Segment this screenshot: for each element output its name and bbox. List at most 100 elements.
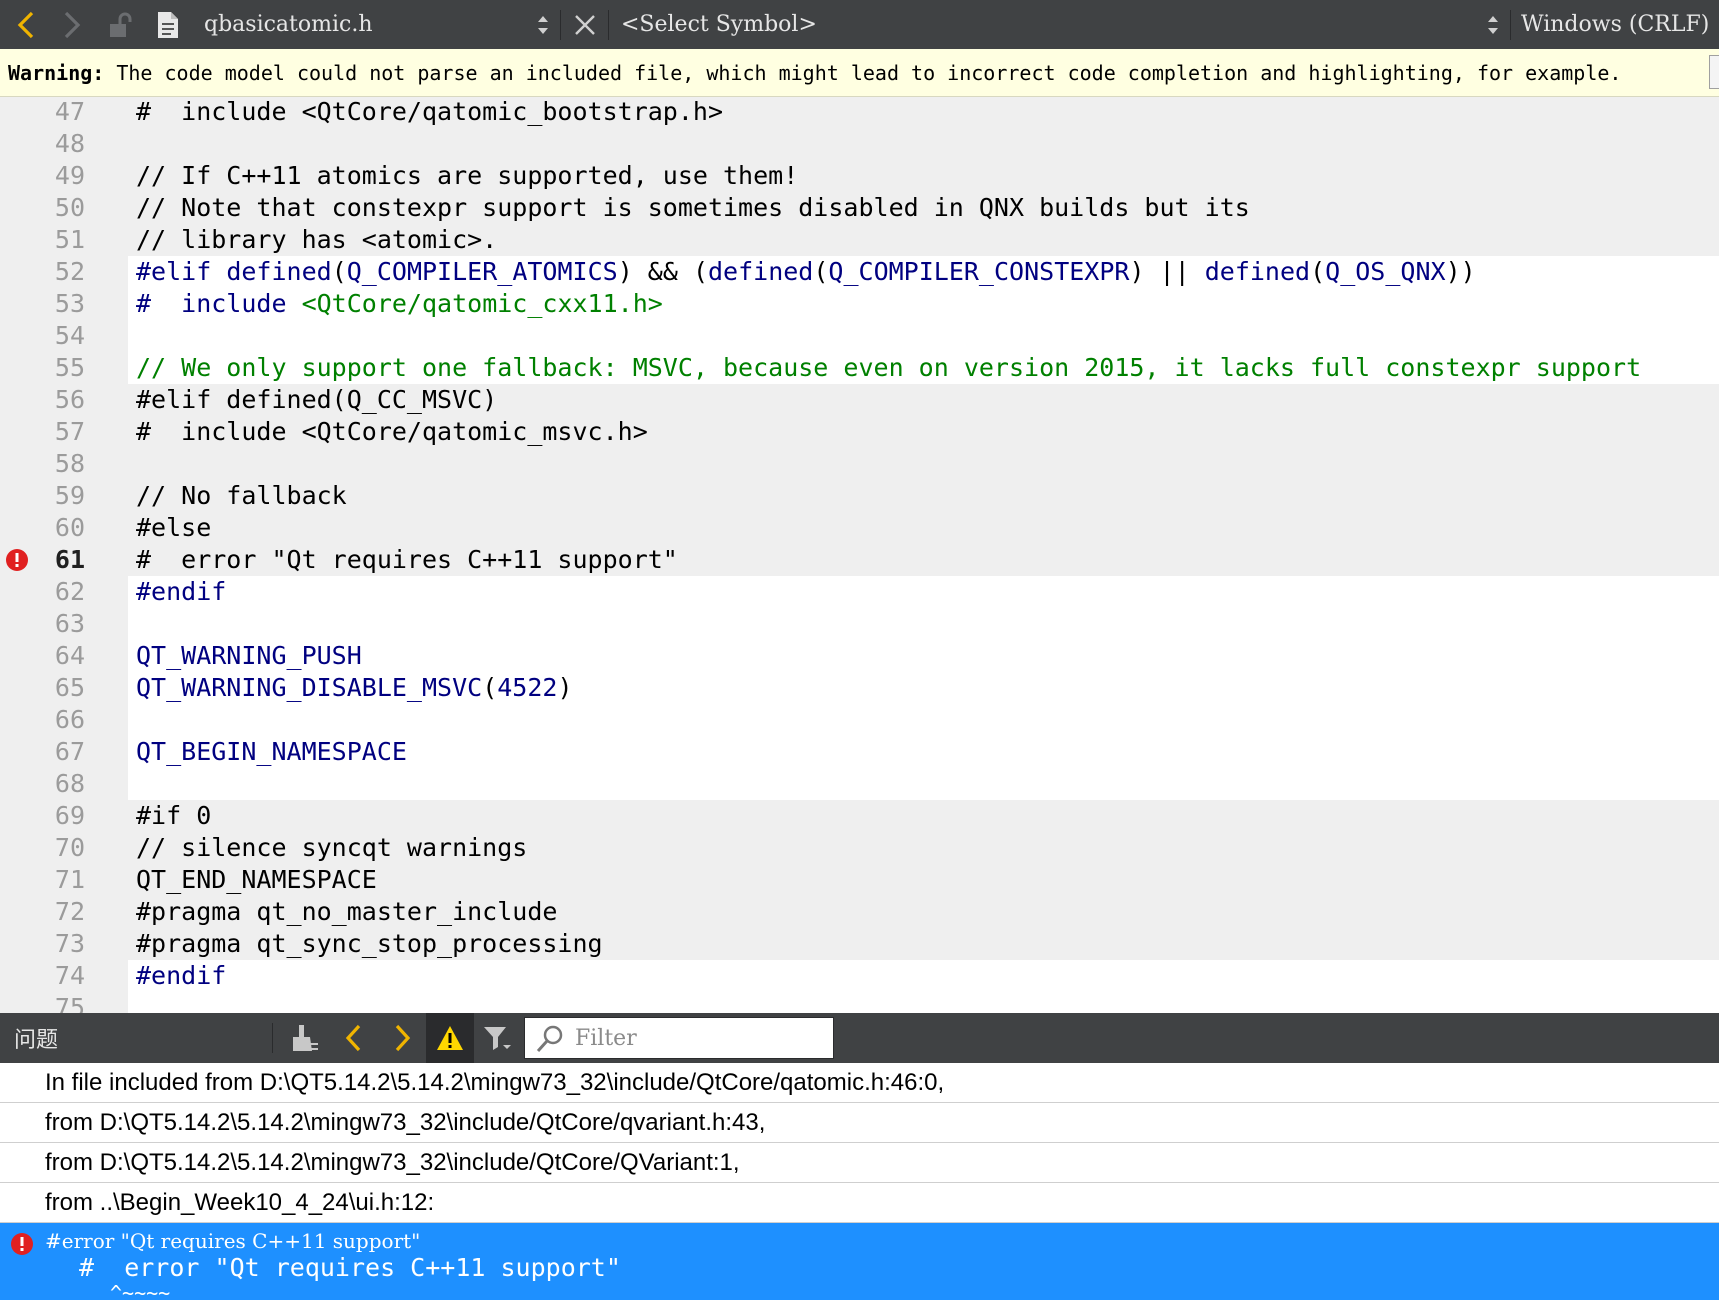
code-text[interactable]: #elif defined(Q_COMPILER_ATOMICS) && (de… [128, 256, 1719, 288]
code-model-warning-bar: Warning: The code model could not parse … [0, 49, 1719, 97]
code-line[interactable]: 48 [0, 128, 1719, 160]
search-icon [535, 1024, 565, 1054]
code-line[interactable]: 72 #pragma qt_no_master_include [0, 896, 1719, 928]
code-text[interactable]: // If C++11 atomics are supported, use t… [128, 160, 1719, 192]
issue-row[interactable]: from D:\QT5.14.2\5.14.2\mingw73_32\inclu… [0, 1103, 1719, 1143]
code-line[interactable]: 55 // We only support one fallback: MSVC,… [0, 352, 1719, 384]
toolbar-separator [560, 10, 561, 40]
code-line[interactable]: 63 [0, 608, 1719, 640]
code-line[interactable]: 60 #else [0, 512, 1719, 544]
code-line[interactable]: 50 // Note that constexpr support is some… [0, 192, 1719, 224]
code-text[interactable]: # include <QtCore/qatomic_cxx11.h> [128, 288, 1719, 320]
code-line[interactable]: 64 QT_WARNING_PUSH [0, 640, 1719, 672]
previous-issue-icon[interactable] [342, 1023, 366, 1053]
issues-list[interactable]: In file included from D:\QT5.14.2\5.14.2… [0, 1063, 1719, 1300]
issue-row[interactable]: from ..\Begin_Week10_4_24\ui.h:12: [0, 1183, 1719, 1223]
toolbar-separator [608, 10, 609, 40]
code-text[interactable]: // We only support one fallback: MSVC, b… [128, 352, 1719, 384]
code-text[interactable]: QT_WARNING_PUSH [128, 640, 1719, 672]
filter-funnel-icon[interactable] [482, 1023, 512, 1053]
code-line[interactable]: 53 # include <QtCore/qatomic_cxx11.h> [0, 288, 1719, 320]
code-text[interactable] [128, 704, 1719, 736]
code-line[interactable]: 73 #pragma qt_sync_stop_processing [0, 928, 1719, 960]
code-text[interactable]: # include <QtCore/qatomic_bootstrap.h> [128, 97, 1719, 128]
issues-pane-toolbar: 问题 [0, 1013, 1719, 1063]
code-text[interactable] [128, 448, 1719, 480]
code-line[interactable]: 62 #endif [0, 576, 1719, 608]
code-text[interactable] [128, 320, 1719, 352]
warning-label: Warning: [8, 60, 105, 85]
updown-chevron-icon[interactable] [1485, 0, 1501, 49]
code-line[interactable]: 74 #endif [0, 960, 1719, 992]
next-issue-icon[interactable] [390, 1023, 414, 1053]
close-icon[interactable] [573, 0, 597, 49]
updown-chevron-icon[interactable] [535, 0, 551, 49]
code-line[interactable]: 68 [0, 768, 1719, 800]
code-text[interactable] [128, 992, 1719, 1013]
code-text[interactable]: #endif [128, 960, 1719, 992]
selected-issue-row[interactable]: #error "Qt requires C++11 support" # err… [0, 1223, 1719, 1300]
issue-row[interactable]: from D:\QT5.14.2\5.14.2\mingw73_32\inclu… [0, 1143, 1719, 1183]
code-text[interactable]: // silence syncqt warnings [128, 832, 1719, 864]
error-marker-icon[interactable] [5, 548, 29, 572]
code-text[interactable]: // No fallback [128, 480, 1719, 512]
issues-filter-input[interactable] [575, 1018, 825, 1058]
line-number: 70 [54, 833, 85, 862]
code-text[interactable]: QT_WARNING_DISABLE_MSVC(4522) [128, 672, 1719, 704]
code-line[interactable]: 59 // No fallback [0, 480, 1719, 512]
code-line[interactable]: 47 # include <QtCore/qatomic_bootstrap.h> [0, 97, 1719, 128]
issues-filter-box[interactable] [524, 1017, 834, 1059]
code-text[interactable]: #if 0 [128, 800, 1719, 832]
code-text[interactable]: QT_BEGIN_NAMESPACE [128, 736, 1719, 768]
line-number: 53 [54, 289, 85, 318]
code-line[interactable]: 65 QT_WARNING_DISABLE_MSVC(4522) [0, 672, 1719, 704]
file-name-dropdown[interactable]: qbasicatomic.h [204, 0, 373, 49]
line-number: 47 [54, 97, 85, 126]
code-line[interactable]: 57 # include <QtCore/qatomic_msvc.h> [0, 416, 1719, 448]
code-text[interactable]: # include <QtCore/qatomic_msvc.h> [128, 416, 1719, 448]
code-text[interactable]: #pragma qt_sync_stop_processing [128, 928, 1719, 960]
line-number: 64 [54, 641, 85, 670]
code-line[interactable]: 54 [0, 320, 1719, 352]
line-ending-dropdown[interactable]: Windows (CRLF) [1521, 0, 1709, 49]
code-text[interactable]: // Note that constexpr support is someti… [128, 192, 1719, 224]
code-text[interactable]: // library has <atomic>. [128, 224, 1719, 256]
code-editor[interactable]: 47 # include <QtCore/qatomic_bootstrap.h>… [0, 97, 1719, 1013]
code-text[interactable]: QT_END_NAMESPACE [128, 864, 1719, 896]
code-text[interactable]: #endif [128, 576, 1719, 608]
line-number: 74 [54, 961, 85, 990]
code-text[interactable]: #pragma qt_no_master_include [128, 896, 1719, 928]
code-line[interactable]: 75 [0, 992, 1719, 1013]
code-line[interactable]: 51 // library has <atomic>. [0, 224, 1719, 256]
issue-caret: ^~~~~ [110, 1281, 171, 1300]
code-line[interactable]: 56 #elif defined(Q_CC_MSVC) [0, 384, 1719, 416]
unlocked-icon[interactable] [108, 0, 136, 49]
back-arrow-icon[interactable] [14, 0, 40, 49]
code-line[interactable]: 52 #elif defined(Q_COMPILER_ATOMICS) && (… [0, 256, 1719, 288]
code-text[interactable] [128, 128, 1719, 160]
code-text[interactable] [128, 608, 1719, 640]
symbol-dropdown[interactable]: <Select Symbol> [621, 0, 817, 49]
code-line[interactable]: 71 QT_END_NAMESPACE [0, 864, 1719, 896]
editor-toolbar: qbasicatomic.h <Select Symbol> Windows (… [0, 0, 1719, 49]
code-line[interactable]: 58 [0, 448, 1719, 480]
code-line[interactable]: 49 // If C++11 atomics are supported, use… [0, 160, 1719, 192]
code-text[interactable]: # error "Qt requires C++11 support" [128, 544, 1719, 576]
warning-triangle-icon [437, 1026, 463, 1050]
warning-filter-toggle[interactable] [426, 1013, 474, 1063]
issue-message: #error "Qt requires C++11 support" [45, 1229, 421, 1253]
code-text[interactable] [128, 768, 1719, 800]
code-line[interactable]: 67 QT_BEGIN_NAMESPACE [0, 736, 1719, 768]
issue-row[interactable]: In file included from D:\QT5.14.2\5.14.2… [0, 1063, 1719, 1103]
code-text[interactable]: #else [128, 512, 1719, 544]
clean-issues-icon[interactable] [290, 1023, 320, 1053]
code-line[interactable]: 66 [0, 704, 1719, 736]
code-line[interactable]: 69 #if 0 [0, 800, 1719, 832]
line-number: 72 [54, 897, 85, 926]
forward-arrow-icon[interactable] [58, 0, 84, 49]
code-line[interactable]: 61 # error "Qt requires C++11 support" [0, 544, 1719, 576]
code-text[interactable]: #elif defined(Q_CC_MSVC) [128, 384, 1719, 416]
line-number: 52 [54, 257, 85, 286]
code-line[interactable]: 70 // silence syncqt warnings [0, 832, 1719, 864]
warning-details-button[interactable] [1709, 55, 1719, 89]
